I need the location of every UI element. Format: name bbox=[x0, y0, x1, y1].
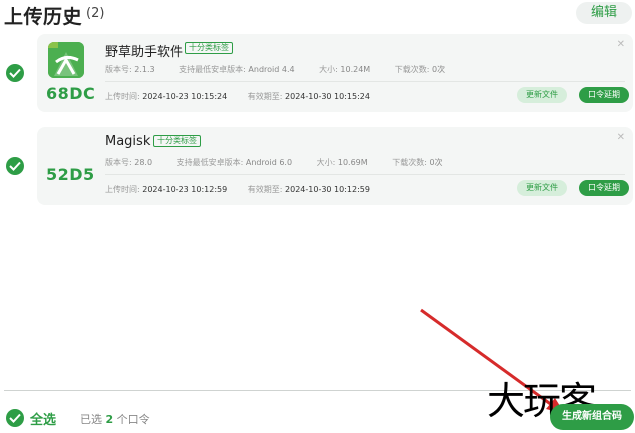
app-logo-icon bbox=[48, 42, 84, 78]
app-icon bbox=[48, 42, 84, 78]
close-icon[interactable]: ✕ bbox=[617, 39, 625, 50]
page-title: 上传历史 bbox=[4, 6, 83, 28]
app-meta: 版本号: 28.0 支持最低安卓版本: Android 6.0 大小: 10.6… bbox=[105, 158, 443, 167]
generate-combo-code-button[interactable]: 生成新组合码 bbox=[550, 404, 634, 430]
app-meta: 版本号: 2.1.3 支持最低安卓版本: Android 4.4 大小: 10.… bbox=[105, 65, 446, 74]
upload-card[interactable]: 68DC 野草助手软件 十分类标签 ✕ 版本号: 2.1.3 支持最低安卓版本:… bbox=[37, 34, 633, 112]
time-info: 上传时间: 2024-10-23 10:15:24 有效期至: 2024-10-… bbox=[105, 92, 370, 101]
checkmark-icon bbox=[9, 68, 21, 78]
row-1-checkbox[interactable] bbox=[6, 64, 24, 82]
close-icon[interactable]: ✕ bbox=[617, 132, 625, 143]
selected-count: 已选 2 个口令 bbox=[80, 413, 150, 426]
select-all-label[interactable]: 全选 bbox=[30, 409, 56, 428]
update-file-button[interactable]: 更新文件 bbox=[517, 87, 567, 103]
checkmark-icon bbox=[9, 161, 21, 171]
update-file-button[interactable]: 更新文件 bbox=[517, 180, 567, 196]
extend-code-button[interactable]: 口令延期 bbox=[579, 87, 629, 103]
divider bbox=[105, 174, 625, 175]
row-2-checkbox[interactable] bbox=[6, 157, 24, 175]
time-info: 上传时间: 2024-10-23 10:12:59 有效期至: 2024-10-… bbox=[105, 185, 370, 194]
app-name: 野草助手软件 bbox=[105, 45, 184, 60]
checkmark-icon bbox=[9, 413, 21, 423]
code-badge: 52D5 bbox=[46, 165, 95, 184]
upload-card[interactable]: 52D5 Magisk 十分类标签 ✕ 版本号: 28.0 支持最低安卓版本: … bbox=[37, 127, 633, 205]
category-tag[interactable]: 十分类标签 bbox=[185, 42, 233, 54]
app-name: Magisk bbox=[105, 134, 151, 149]
code-badge: 68DC bbox=[46, 84, 96, 103]
divider bbox=[105, 81, 625, 82]
extend-code-button[interactable]: 口令延期 bbox=[579, 180, 629, 196]
header: 上传历史 (2) 编辑 bbox=[0, 0, 635, 28]
edit-button[interactable]: 编辑 bbox=[576, 2, 632, 24]
upload-count: (2) bbox=[86, 6, 105, 21]
category-tag[interactable]: 十分类标签 bbox=[153, 135, 201, 147]
select-all-checkbox[interactable] bbox=[6, 409, 24, 427]
